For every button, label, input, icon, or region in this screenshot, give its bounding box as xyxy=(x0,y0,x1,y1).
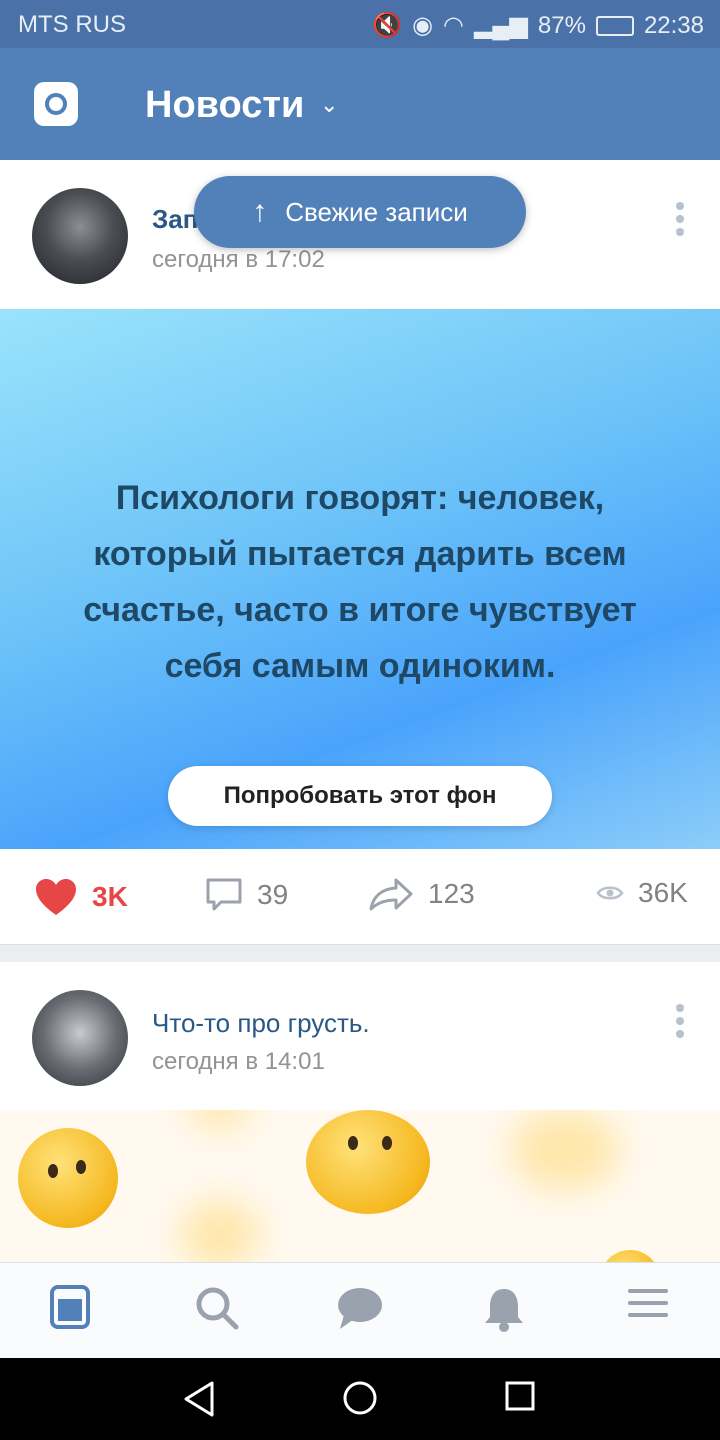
bottom-tab-bar xyxy=(0,1262,720,1359)
like-button[interactable]: 3K xyxy=(34,877,128,917)
more-icon[interactable] xyxy=(676,1004,684,1043)
heart-icon xyxy=(36,879,76,915)
bell-icon xyxy=(485,1289,523,1332)
wifi-icon: ◠ xyxy=(443,12,464,39)
mute-icon: 🔇 xyxy=(372,12,403,39)
share-count: 123 xyxy=(428,878,475,909)
messages-icon xyxy=(338,1288,382,1329)
share-button[interactable]: 123 xyxy=(368,877,475,911)
battery-percent: 87% xyxy=(537,11,586,39)
search-icon xyxy=(196,1287,239,1330)
share-icon xyxy=(369,878,413,911)
camera-icon[interactable] xyxy=(34,82,78,126)
system-nav-bar xyxy=(0,1358,720,1440)
carrier-label: MTS RUS xyxy=(18,11,126,38)
fresh-posts-button[interactable]: ↑ Свежие записи xyxy=(194,176,526,248)
chevron-down-icon[interactable]: ⌄ xyxy=(320,92,338,118)
post-time: сегодня в 17:02 xyxy=(152,246,325,273)
menu-icon xyxy=(628,1289,668,1317)
eye-icon: ◉ xyxy=(412,12,434,39)
like-count: 3K xyxy=(92,881,128,912)
tab-notifications[interactable] xyxy=(482,1285,532,1335)
post-actions: 3K 39 123 36K xyxy=(0,849,720,945)
status-right: 🔇 ◉ ◠ ▂▄▆ 87% 22:38 xyxy=(372,11,704,40)
eye-icon xyxy=(596,886,624,900)
comment-count: 39 xyxy=(257,879,289,910)
app-bar: Новости ⌄ xyxy=(0,48,720,160)
news-icon xyxy=(50,1285,90,1329)
try-background-button[interactable]: Попробовать этот фон xyxy=(168,766,552,826)
comment-icon xyxy=(206,878,242,911)
tab-menu[interactable] xyxy=(626,1285,676,1335)
avatar[interactable] xyxy=(32,990,128,1086)
status-bar: MTS RUS 🔇 ◉ ◠ ▂▄▆ 87% 22:38 xyxy=(0,0,720,48)
post-author[interactable]: Что-то про грусть. xyxy=(152,1008,370,1039)
tab-news[interactable] xyxy=(48,1285,98,1335)
tab-messages[interactable] xyxy=(336,1285,386,1335)
views: 36K xyxy=(596,877,688,909)
more-icon[interactable] xyxy=(676,202,684,241)
comment-button[interactable]: 39 xyxy=(205,877,288,913)
thinking-emoji-icon xyxy=(18,1128,118,1228)
home-icon[interactable] xyxy=(342,1380,378,1416)
post-time: сегодня в 14:01 xyxy=(152,1048,325,1075)
battery-icon xyxy=(595,15,634,36)
post-header: Что-то про грусть. сегодня в 14:01 xyxy=(0,962,720,1110)
thinking-emoji-icon xyxy=(306,1110,430,1214)
thinking-emoji-icon xyxy=(600,1250,660,1262)
post-quote: Психологи говорят: человек, который пыта… xyxy=(83,479,637,685)
arrow-up-icon: ↑ xyxy=(252,195,268,228)
clock: 22:38 xyxy=(643,11,704,39)
tab-search[interactable] xyxy=(194,1285,244,1335)
recents-icon[interactable] xyxy=(504,1380,536,1412)
avatar[interactable] xyxy=(32,188,128,284)
fresh-posts-label: Свежие записи xyxy=(285,196,468,227)
view-count: 36K xyxy=(638,877,688,908)
signal-icon: ▂▄▆ xyxy=(473,12,528,39)
post-image[interactable] xyxy=(0,1110,720,1262)
page-title[interactable]: Новости xyxy=(145,84,304,127)
back-icon[interactable] xyxy=(182,1380,218,1418)
